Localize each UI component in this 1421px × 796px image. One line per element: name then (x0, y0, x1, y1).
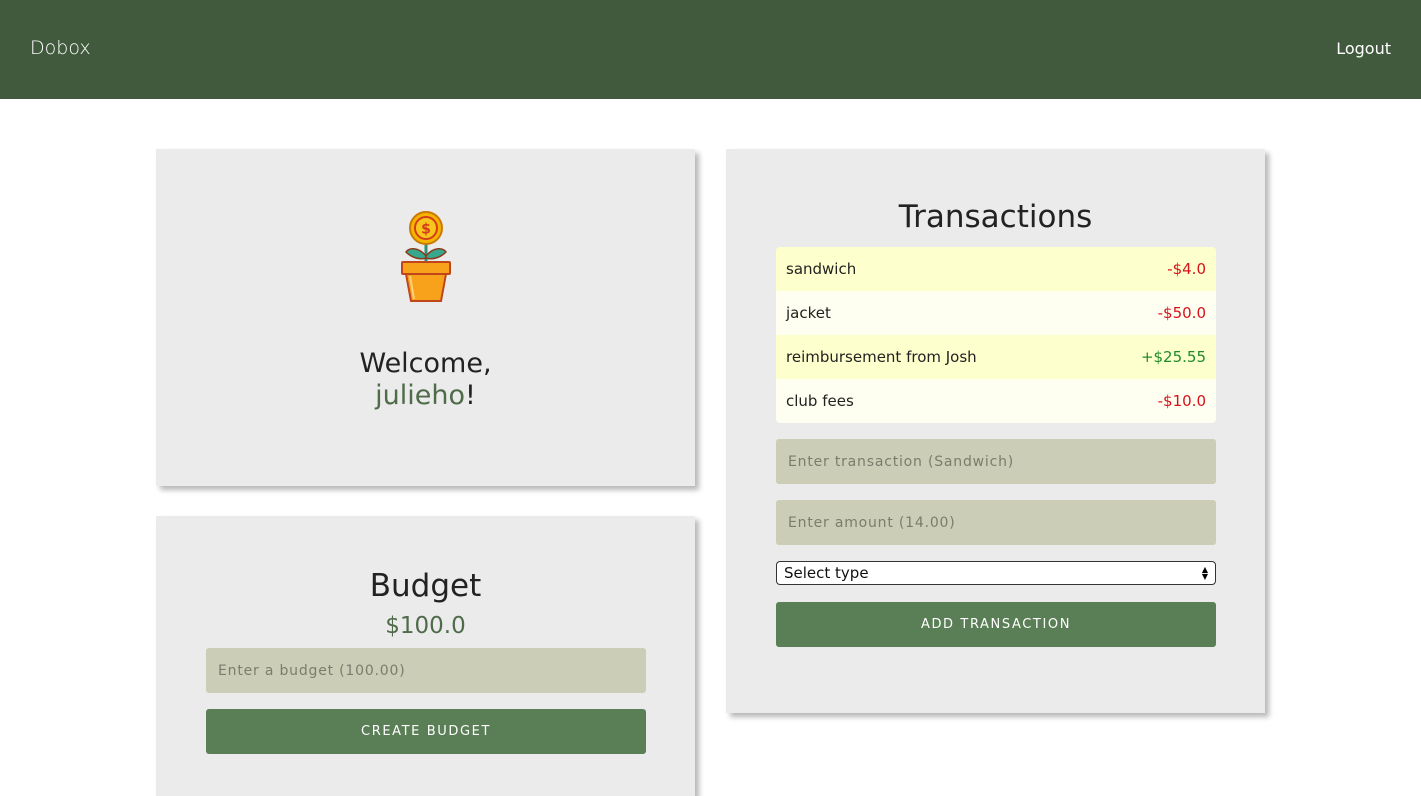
transaction-amount: -$4.0 (1167, 260, 1206, 278)
budget-input[interactable] (206, 648, 646, 693)
transaction-amount: -$10.0 (1157, 392, 1206, 410)
brand-logo[interactable]: Dobox (30, 37, 91, 59)
transactions-list: sandwich -$4.0 jacket -$50.0 reimburseme… (776, 247, 1216, 423)
transaction-name: club fees (786, 392, 854, 410)
transactions-title: Transactions (898, 199, 1093, 235)
transaction-row: club fees -$10.0 (776, 379, 1216, 423)
svg-text:$: $ (421, 222, 431, 238)
create-budget-button[interactable]: CREATE BUDGET (206, 709, 646, 754)
welcome-suffix: ! (465, 380, 476, 411)
transaction-amount-input[interactable] (776, 500, 1216, 545)
budget-card: Budget $100.0 CREATE BUDGET (156, 516, 695, 796)
welcome-greeting: Welcome, (359, 348, 492, 379)
transaction-amount: +$25.55 (1140, 348, 1206, 366)
username: julieho (375, 380, 466, 411)
select-arrows-icon: ▲ ▼ (1201, 565, 1208, 581)
transaction-name: jacket (786, 304, 831, 322)
welcome-username-line: julieho! (156, 380, 695, 411)
navbar: Dobox Logout (0, 0, 1421, 99)
transaction-name: sandwich (786, 260, 857, 278)
transaction-name: reimbursement from Josh (786, 348, 977, 366)
transaction-amount: -$50.0 (1157, 304, 1206, 322)
logout-link[interactable]: Logout (1336, 39, 1391, 58)
transaction-row: jacket -$50.0 (776, 291, 1216, 335)
budget-amount: $100.0 (385, 613, 466, 639)
transaction-row: sandwich -$4.0 (776, 247, 1216, 291)
money-plant-icon: $ (401, 211, 451, 302)
welcome-card: $ Welcome, julieho! (156, 149, 695, 486)
transaction-row: reimbursement from Josh +$25.55 (776, 335, 1216, 379)
transactions-card: Transactions sandwich -$4.0 jacket -$50.… (726, 149, 1265, 713)
budget-title: Budget (369, 568, 482, 604)
type-select[interactable]: Select type ▲ ▼ (776, 561, 1216, 585)
add-transaction-button[interactable]: ADD TRANSACTION (776, 602, 1216, 647)
type-select-value: Select type (784, 564, 869, 582)
transaction-name-input[interactable] (776, 439, 1216, 484)
